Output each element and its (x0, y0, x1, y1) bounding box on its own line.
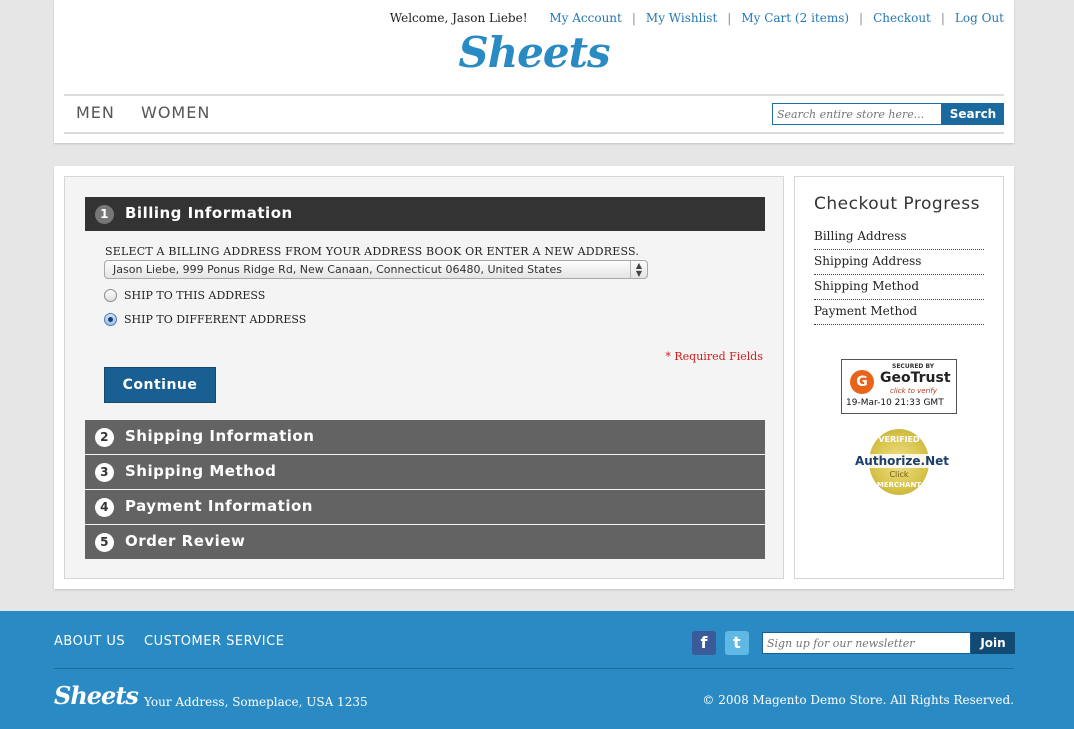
selected-address: Jason Liebe, 999 Ponus Ridge Rd, New Can… (113, 263, 562, 276)
main-container: 1 Billing Information SELECT A BILLING A… (54, 166, 1014, 589)
separator: | (859, 11, 864, 25)
footer-logo[interactable]: Sheets (54, 681, 139, 710)
authorize-merchant-text: MERCHANT (876, 481, 922, 489)
ship-this-address-option[interactable]: SHIP TO THIS ADDRESS (104, 289, 265, 302)
checkout-link[interactable]: Checkout (873, 11, 931, 25)
search-box: Search (772, 103, 1004, 125)
footer-divider (54, 668, 1014, 669)
step-title: Shipping Information (125, 427, 315, 445)
progress-payment-method: Payment Method (814, 302, 984, 325)
step-number: 4 (95, 498, 114, 517)
separator: | (727, 11, 732, 25)
welcome-message: Welcome, Jason Liebe! (389, 11, 528, 25)
geotrust-logo-icon: G (850, 370, 874, 394)
newsletter-join-button[interactable]: Join (971, 632, 1015, 654)
nav-women[interactable]: WOMEN (141, 103, 210, 122)
my-cart-link[interactable]: My Cart (2 items) (741, 11, 849, 25)
step-number: 1 (95, 205, 114, 224)
search-button[interactable]: Search (942, 103, 1004, 125)
step-title: Billing Information (125, 204, 293, 222)
top-links: Welcome, Jason Liebe! My Account | My Wish… (390, 11, 1004, 25)
my-wishlist-link[interactable]: My Wishlist (646, 11, 717, 25)
continue-button[interactable]: Continue (104, 367, 216, 403)
authorize-verified-text: VERIFIED (878, 435, 920, 444)
geotrust-name: GeoTrust (880, 370, 951, 386)
footer-about-us-link[interactable]: ABOUT US (54, 634, 125, 649)
geotrust-verify: click to verify (890, 387, 937, 395)
geotrust-date: 19-Mar-10 21:33 GMT (846, 398, 944, 408)
step-number: 3 (95, 463, 114, 482)
authorize-name: Authorize.Net (855, 454, 949, 468)
step-title: Shipping Method (125, 462, 277, 480)
checkout-progress-sidebar: Checkout Progress Billing Address Shippi… (794, 176, 1004, 579)
step-number: 2 (95, 428, 114, 447)
newsletter-input[interactable] (762, 632, 971, 654)
footer-address: Your Address, Someplace, USA 1235 (144, 695, 368, 709)
ship-different-address-option[interactable]: SHIP TO DIFFERENT ADDRESS (104, 313, 306, 326)
step-payment-info[interactable]: 4 Payment Information (85, 490, 765, 524)
billing-select-label: SELECT A BILLING ADDRESS FROM YOUR ADDRE… (105, 245, 640, 258)
step-billing[interactable]: 1 Billing Information (85, 197, 765, 231)
footer-customer-service-link[interactable]: CUSTOMER SERVICE (144, 634, 284, 649)
site-footer: ABOUT US CUSTOMER SERVICE f t Join Sheet… (0, 611, 1074, 729)
required-fields-note: * Required Fields (665, 350, 763, 363)
step-number: 5 (95, 533, 114, 552)
twitter-icon[interactable]: t (725, 631, 749, 655)
authorize-click-text: Click (889, 470, 909, 479)
ship-this-radio[interactable] (104, 289, 117, 302)
newsletter-form: Join (762, 632, 1015, 654)
progress-shipping-method: Shipping Method (814, 277, 984, 300)
geotrust-seal[interactable]: SECURED BY G GeoTrust click to verify 19… (841, 359, 957, 414)
step-title: Order Review (125, 532, 246, 550)
main-nav: MEN WOMEN Search (64, 94, 1004, 134)
step-shipping-method[interactable]: 3 Shipping Method (85, 455, 765, 489)
select-arrows-icon: ▲ ▼ (630, 261, 647, 279)
ship-different-radio[interactable] (104, 313, 117, 326)
authorize-net-seal[interactable]: VERIFIED Click MERCHANT Authorize.Net (855, 429, 949, 495)
ship-different-label: SHIP TO DIFFERENT ADDRESS (124, 313, 307, 326)
checkout-progress-title: Checkout Progress (814, 194, 980, 214)
footer-copyright: © 2008 Magento Demo Store. All Rights Re… (702, 693, 1014, 707)
nav-men[interactable]: MEN (76, 103, 115, 122)
search-input[interactable] (772, 103, 942, 125)
progress-shipping-address: Shipping Address (814, 252, 984, 275)
ship-this-label: SHIP TO THIS ADDRESS (124, 289, 266, 302)
separator: | (631, 11, 636, 25)
step-shipping-info[interactable]: 2 Shipping Information (85, 420, 765, 454)
separator: | (940, 11, 945, 25)
facebook-icon[interactable]: f (692, 631, 716, 655)
billing-address-select[interactable]: Jason Liebe, 999 Ponus Ridge Rd, New Can… (104, 260, 648, 279)
my-account-link[interactable]: My Account (549, 11, 622, 25)
site-logo[interactable]: Sheets (54, 28, 1014, 77)
site-header: Welcome, Jason Liebe! My Account | My Wish… (54, 0, 1014, 143)
geotrust-secured-text: SECURED BY (892, 363, 935, 370)
step-title: Payment Information (125, 497, 313, 515)
checkout-steps: 1 Billing Information SELECT A BILLING A… (64, 176, 784, 579)
logout-link[interactable]: Log Out (955, 11, 1004, 25)
step-order-review[interactable]: 5 Order Review (85, 525, 765, 559)
progress-billing-address: Billing Address (814, 227, 984, 250)
